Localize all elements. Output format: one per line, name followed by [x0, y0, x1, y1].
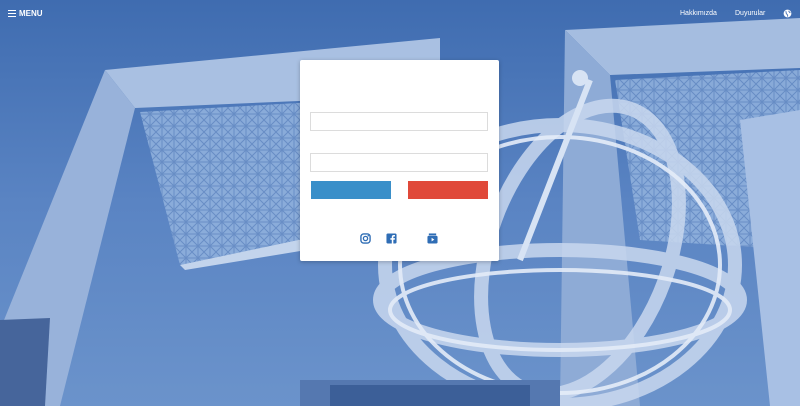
- top-bar: MENU Hakkımızda Duyurular: [0, 0, 800, 30]
- username-input[interactable]: [310, 112, 488, 131]
- instagram-icon[interactable]: [360, 233, 371, 244]
- menu-button[interactable]: MENU: [8, 9, 43, 18]
- password-input[interactable]: [310, 153, 488, 172]
- secondary-button[interactable]: [408, 181, 488, 199]
- youtube-icon[interactable]: [427, 233, 438, 244]
- login-button[interactable]: [311, 181, 391, 199]
- hamburger-icon: [8, 10, 16, 18]
- nav-link-announcements[interactable]: Duyurular: [735, 10, 765, 17]
- globe-icon[interactable]: [783, 9, 792, 18]
- menu-label: MENU: [19, 9, 43, 18]
- facebook-icon[interactable]: [386, 233, 397, 244]
- nav-link-about[interactable]: Hakkımızda: [680, 10, 717, 17]
- login-card: [300, 60, 499, 261]
